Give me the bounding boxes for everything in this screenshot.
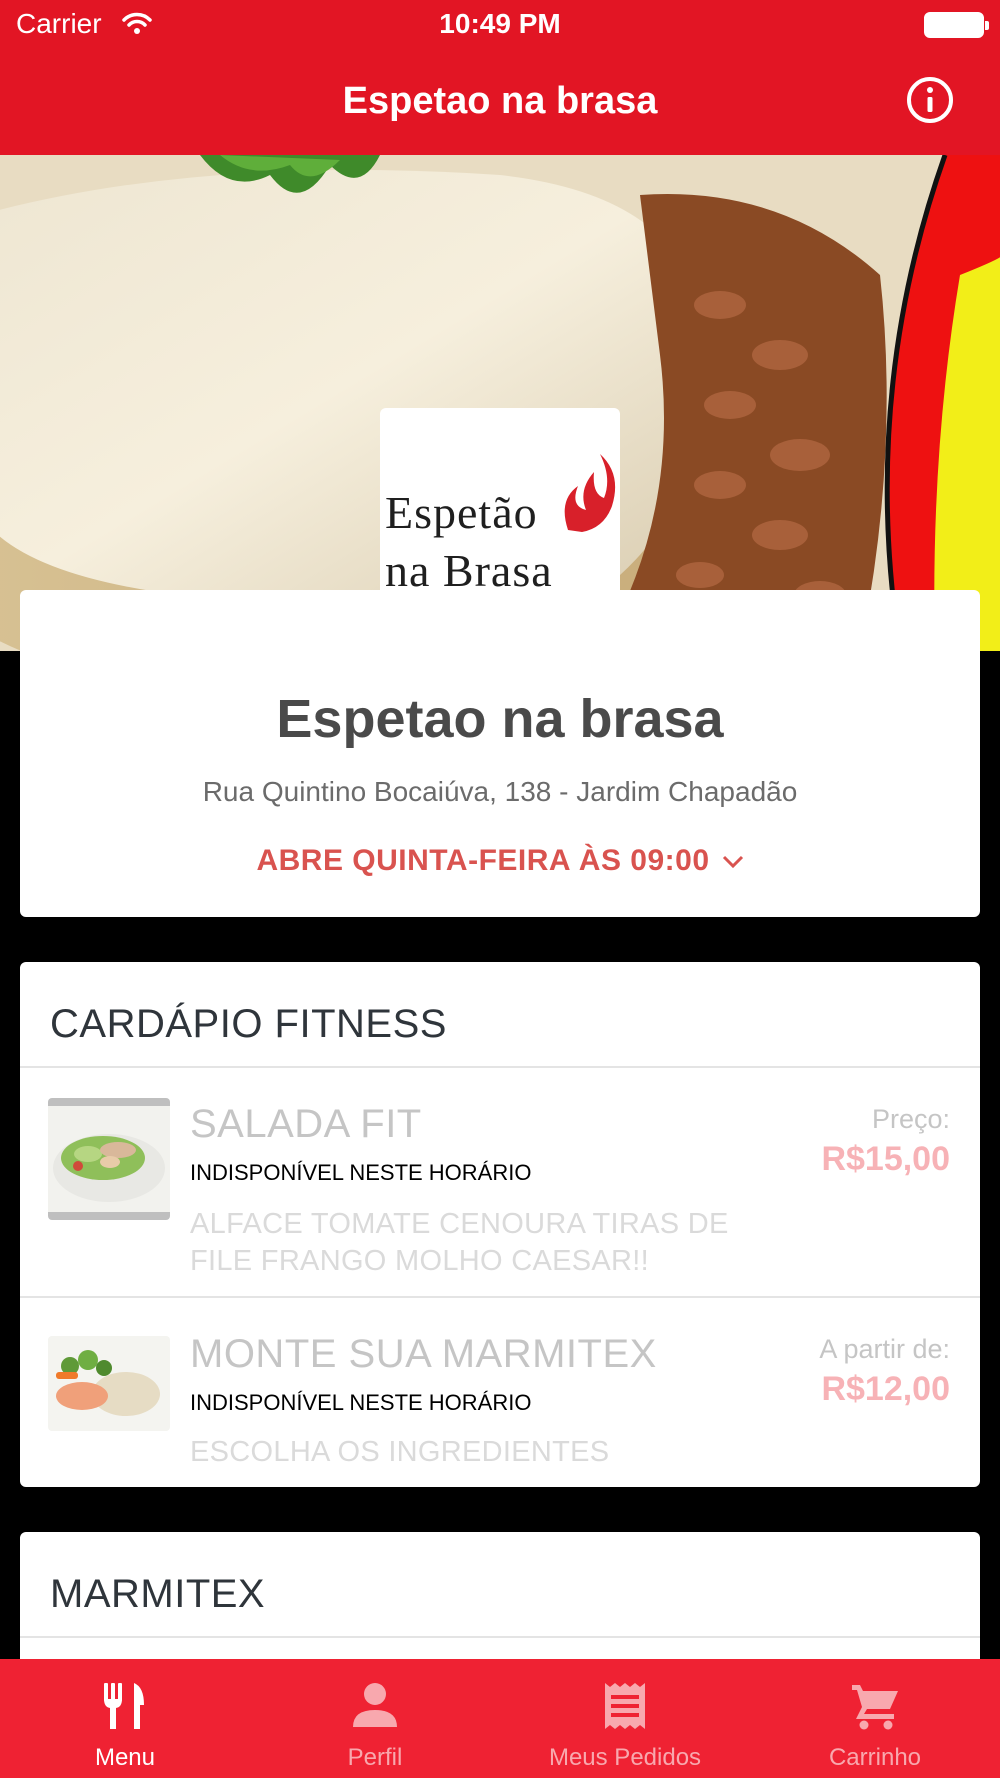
tab-label: Menu bbox=[94, 1744, 156, 1771]
menu-item-salada-fit[interactable]: SALADA FIT INDISPONÍVEL NESTE HORÁRIO AL… bbox=[20, 1068, 980, 1298]
tab-label: Carrinho bbox=[828, 1744, 922, 1771]
tab-label: Meus Pedidos bbox=[548, 1744, 702, 1771]
tab-carrinho[interactable]: Carrinho bbox=[750, 1659, 1000, 1778]
item-description: ESCOLHA OS INGREDIENTES bbox=[190, 1436, 610, 1468]
tab-bar: Menu Perfil Meus Pedidos Carrinho bbox=[0, 1659, 1000, 1778]
tab-meus-pedidos[interactable]: Meus Pedidos bbox=[500, 1659, 750, 1778]
item-price: R$15,00 bbox=[821, 1140, 950, 1178]
opening-hours-label: ABRE QUINTA-FEIRA ÀS 09:00 bbox=[256, 844, 710, 877]
price-label: A partir de: bbox=[819, 1334, 950, 1364]
top-bar: Carrier 10:49 PM Espetao na brasa bbox=[0, 0, 1000, 155]
salad-image bbox=[48, 1098, 170, 1220]
item-status: INDISPONÍVEL NESTE HORÁRIO bbox=[190, 1390, 532, 1415]
restaurant-logo: Espetão na Brasa bbox=[380, 408, 620, 648]
item-name: SALADA FIT bbox=[190, 1102, 422, 1146]
opening-hours-dropdown[interactable]: ABRE QUINTA-FEIRA ÀS 09:00 bbox=[20, 844, 980, 878]
item-name: MONTE SUA MARMITEX bbox=[190, 1332, 657, 1376]
receipt-icon bbox=[605, 1683, 645, 1729]
cart-icon bbox=[852, 1685, 898, 1730]
item-price: R$12,00 bbox=[821, 1370, 950, 1408]
tab-label: Perfil bbox=[347, 1744, 403, 1771]
item-status: INDISPONÍVEL NESTE HORÁRIO bbox=[190, 1160, 532, 1185]
price-label: Preço: bbox=[871, 1104, 950, 1134]
tab-perfil[interactable]: Perfil bbox=[250, 1659, 500, 1778]
item-description: ALFACE TOMATE CENOURA TIRAS DE FILE FRAN… bbox=[190, 1208, 729, 1277]
status-time: 10:49 PM bbox=[439, 8, 561, 39]
info-circle-icon[interactable] bbox=[906, 76, 954, 124]
page-title: Espetao na brasa bbox=[342, 80, 658, 122]
status-bar: Carrier 10:49 PM bbox=[0, 0, 1000, 50]
logo-text-line1: Espetão bbox=[385, 487, 538, 538]
restaurant-address: Rua Quintino Bocaiúva, 138 - Jardim Chap… bbox=[202, 776, 798, 807]
chevron-down-icon bbox=[722, 856, 743, 869]
divider bbox=[20, 1636, 980, 1638]
logo-text-line2: na Brasa bbox=[385, 545, 553, 596]
person-icon bbox=[353, 1683, 397, 1727]
restaurant-name: Espetao na brasa bbox=[276, 689, 724, 749]
category-title: CARDÁPIO FITNESS bbox=[50, 1002, 447, 1046]
menu-item-monte-sua-marmitex[interactable]: MONTE SUA MARMITEX INDISPONÍVEL NESTE HO… bbox=[20, 1298, 980, 1487]
marmitex-image bbox=[48, 1336, 170, 1431]
flame-icon bbox=[564, 454, 616, 532]
category-card: CARDÁPIO FITNESS SALADA FIT INDISPONÍVEL… bbox=[20, 962, 980, 1487]
category-title: MARMITEX bbox=[50, 1572, 266, 1616]
tab-menu[interactable]: Menu bbox=[0, 1659, 250, 1778]
fork-knife-icon bbox=[104, 1683, 144, 1729]
battery-icon bbox=[924, 12, 989, 38]
navigation-bar: Espetao na brasa bbox=[0, 60, 1000, 140]
